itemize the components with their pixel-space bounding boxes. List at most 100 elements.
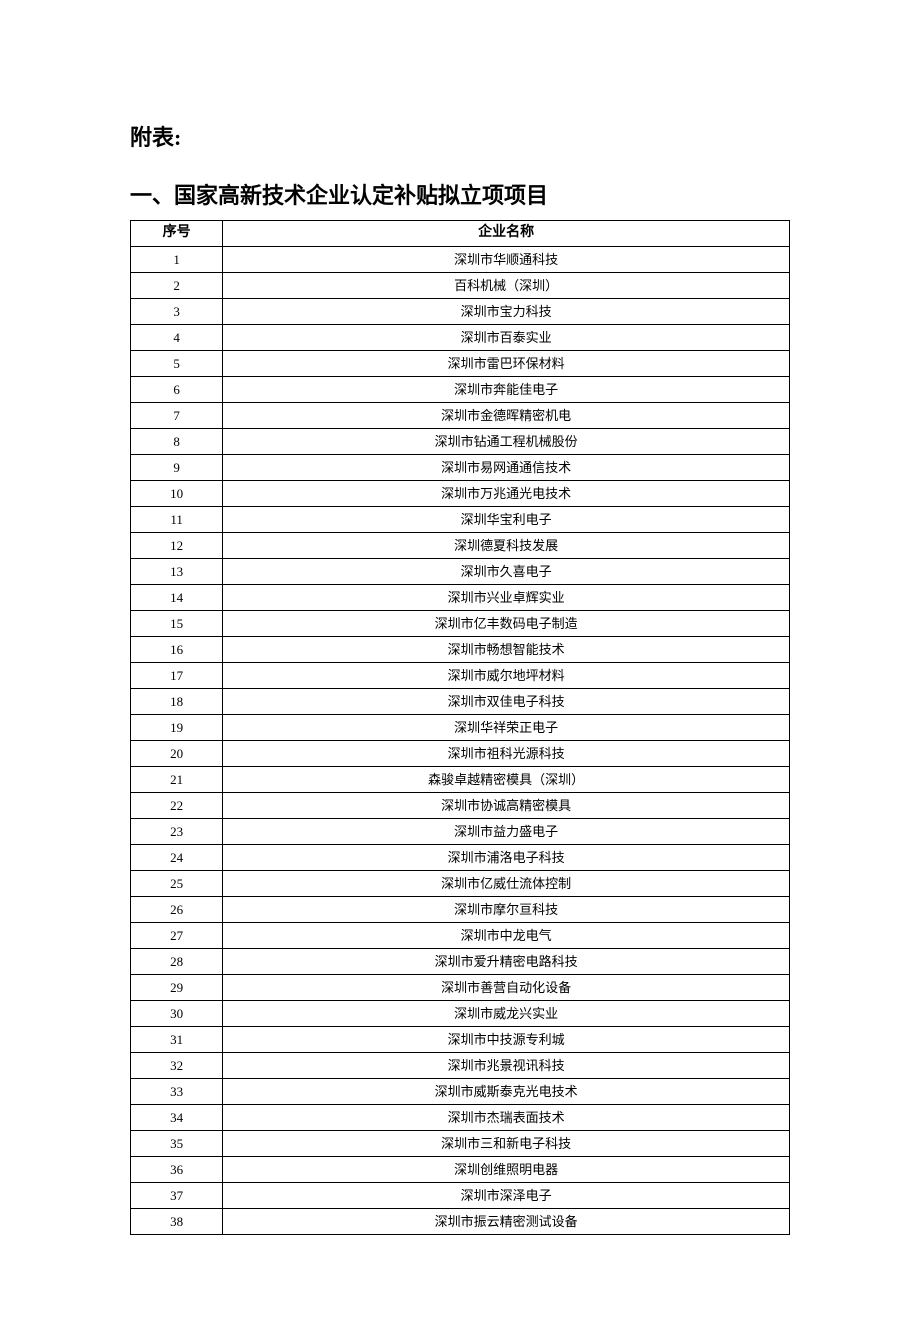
company-table: 序号 企业名称 1深圳市华顺通科技2百科机械（深圳）3深圳市宝力科技4深圳市百泰… <box>130 220 790 1235</box>
table-row: 26深圳市摩尔亘科技 <box>131 897 790 923</box>
table-row: 6深圳市奔能佳电子 <box>131 377 790 403</box>
cell-company: 深圳市双佳电子科技 <box>223 689 790 715</box>
table-row: 36深圳创维照明电器 <box>131 1157 790 1183</box>
table-row: 2百科机械（深圳） <box>131 273 790 299</box>
table-row: 31深圳市中技源专利城 <box>131 1027 790 1053</box>
table-row: 9深圳市易网通通信技术 <box>131 455 790 481</box>
table-row: 23深圳市益力盛电子 <box>131 819 790 845</box>
table-row: 14深圳市兴业卓辉实业 <box>131 585 790 611</box>
cell-index: 8 <box>131 429 223 455</box>
cell-company: 深圳市威斯泰克光电技术 <box>223 1079 790 1105</box>
cell-company: 深圳市祖科光源科技 <box>223 741 790 767</box>
cell-index: 13 <box>131 559 223 585</box>
table-row: 22深圳市协诚高精密模具 <box>131 793 790 819</box>
table-row: 19深圳华祥荣正电子 <box>131 715 790 741</box>
cell-company: 深圳市深泽电子 <box>223 1183 790 1209</box>
table-row: 7深圳市金德晖精密机电 <box>131 403 790 429</box>
cell-company: 深圳市威龙兴实业 <box>223 1001 790 1027</box>
cell-index: 11 <box>131 507 223 533</box>
cell-index: 35 <box>131 1131 223 1157</box>
table-row: 18深圳市双佳电子科技 <box>131 689 790 715</box>
cell-index: 37 <box>131 1183 223 1209</box>
table-row: 8深圳市钻通工程机械股份 <box>131 429 790 455</box>
table-row: 30深圳市威龙兴实业 <box>131 1001 790 1027</box>
cell-index: 23 <box>131 819 223 845</box>
attachment-label: 附表: <box>130 120 790 152</box>
table-row: 5深圳市雷巴环保材料 <box>131 351 790 377</box>
table-row: 32深圳市兆景视讯科技 <box>131 1053 790 1079</box>
cell-index: 12 <box>131 533 223 559</box>
cell-company: 深圳华祥荣正电子 <box>223 715 790 741</box>
cell-index: 14 <box>131 585 223 611</box>
cell-company: 深圳市亿丰数码电子制造 <box>223 611 790 637</box>
cell-index: 16 <box>131 637 223 663</box>
cell-index: 30 <box>131 1001 223 1027</box>
table-row: 13深圳市久喜电子 <box>131 559 790 585</box>
cell-company: 深圳市易网通通信技术 <box>223 455 790 481</box>
cell-company: 深圳创维照明电器 <box>223 1157 790 1183</box>
cell-company: 深圳市中龙电气 <box>223 923 790 949</box>
cell-company: 深圳市浦洛电子科技 <box>223 845 790 871</box>
cell-index: 9 <box>131 455 223 481</box>
cell-company: 深圳市振云精密测试设备 <box>223 1209 790 1235</box>
cell-index: 18 <box>131 689 223 715</box>
table-row: 34深圳市杰瑞表面技术 <box>131 1105 790 1131</box>
cell-company: 深圳市宝力科技 <box>223 299 790 325</box>
table-row: 10深圳市万兆通光电技术 <box>131 481 790 507</box>
cell-index: 33 <box>131 1079 223 1105</box>
table-row: 12深圳德夏科技发展 <box>131 533 790 559</box>
table-row: 27深圳市中龙电气 <box>131 923 790 949</box>
table-row: 29深圳市善营自动化设备 <box>131 975 790 1001</box>
cell-company: 深圳市亿威仕流体控制 <box>223 871 790 897</box>
cell-company: 深圳市百泰实业 <box>223 325 790 351</box>
table-row: 21森骏卓越精密模具（深圳） <box>131 767 790 793</box>
table-row: 11深圳华宝利电子 <box>131 507 790 533</box>
cell-company: 深圳市金德晖精密机电 <box>223 403 790 429</box>
cell-index: 19 <box>131 715 223 741</box>
cell-company: 深圳市爱升精密电路科技 <box>223 949 790 975</box>
table-row: 3深圳市宝力科技 <box>131 299 790 325</box>
cell-company: 深圳市万兆通光电技术 <box>223 481 790 507</box>
cell-index: 5 <box>131 351 223 377</box>
cell-index: 28 <box>131 949 223 975</box>
table-row: 17深圳市威尔地坪材料 <box>131 663 790 689</box>
cell-index: 26 <box>131 897 223 923</box>
table-row: 24深圳市浦洛电子科技 <box>131 845 790 871</box>
cell-company: 深圳市奔能佳电子 <box>223 377 790 403</box>
header-company: 企业名称 <box>223 221 790 247</box>
cell-company: 深圳市杰瑞表面技术 <box>223 1105 790 1131</box>
cell-company: 深圳市三和新电子科技 <box>223 1131 790 1157</box>
table-row: 25深圳市亿威仕流体控制 <box>131 871 790 897</box>
cell-company: 深圳市久喜电子 <box>223 559 790 585</box>
table-row: 38深圳市振云精密测试设备 <box>131 1209 790 1235</box>
cell-index: 25 <box>131 871 223 897</box>
cell-index: 17 <box>131 663 223 689</box>
cell-company: 深圳市善营自动化设备 <box>223 975 790 1001</box>
cell-index: 29 <box>131 975 223 1001</box>
cell-index: 7 <box>131 403 223 429</box>
header-index: 序号 <box>131 221 223 247</box>
cell-company: 深圳市摩尔亘科技 <box>223 897 790 923</box>
table-row: 1深圳市华顺通科技 <box>131 247 790 273</box>
cell-index: 34 <box>131 1105 223 1131</box>
cell-index: 32 <box>131 1053 223 1079</box>
cell-company: 深圳市协诚高精密模具 <box>223 793 790 819</box>
cell-index: 6 <box>131 377 223 403</box>
cell-company: 深圳市兆景视讯科技 <box>223 1053 790 1079</box>
cell-company: 深圳市兴业卓辉实业 <box>223 585 790 611</box>
table-header-row: 序号 企业名称 <box>131 221 790 247</box>
cell-company: 深圳市华顺通科技 <box>223 247 790 273</box>
cell-company: 森骏卓越精密模具（深圳） <box>223 767 790 793</box>
section-heading: 一、国家高新技术企业认定补贴拟立项项目 <box>130 178 790 210</box>
cell-index: 24 <box>131 845 223 871</box>
table-row: 20深圳市祖科光源科技 <box>131 741 790 767</box>
table-row: 16深圳市畅想智能技术 <box>131 637 790 663</box>
cell-index: 38 <box>131 1209 223 1235</box>
cell-index: 21 <box>131 767 223 793</box>
cell-company: 深圳市钻通工程机械股份 <box>223 429 790 455</box>
cell-company: 百科机械（深圳） <box>223 273 790 299</box>
table-row: 4深圳市百泰实业 <box>131 325 790 351</box>
cell-index: 22 <box>131 793 223 819</box>
cell-index: 3 <box>131 299 223 325</box>
cell-index: 20 <box>131 741 223 767</box>
